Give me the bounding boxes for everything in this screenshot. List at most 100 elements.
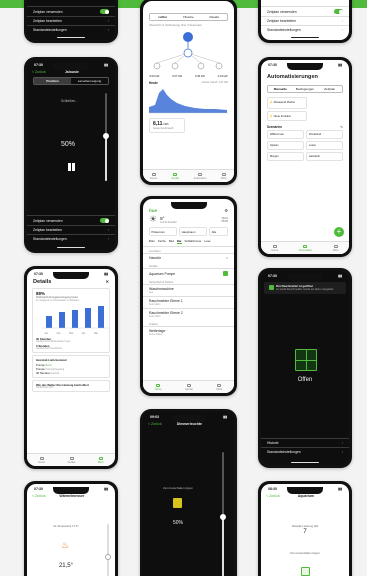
- settings-gear-icon[interactable]: ⚙: [224, 208, 228, 213]
- schedule-edit-row[interactable]: Zeitplan bearbeiten ›: [27, 16, 115, 25]
- tab-devices[interactable]: Geräte: [68, 456, 75, 464]
- slider-thumb[interactable]: [220, 514, 226, 520]
- tab-details[interactable]: Details: [201, 14, 227, 20]
- tab-manual[interactable]: Manuelle: [268, 86, 293, 92]
- automation-card[interactable]: ⚡ Abwesend Modus: [267, 97, 307, 109]
- plug-icon[interactable]: [301, 567, 310, 576]
- weather-text: Leicht bewölkt: [160, 220, 177, 224]
- back-button[interactable]: < Zurück: [32, 494, 46, 498]
- schedule-edit-row[interactable]: Zeitplan bearbeiten ›: [261, 16, 349, 25]
- schedule-toggle-row[interactable]: Zeitplan verwenden: [27, 215, 115, 225]
- phone-settings-light-top-right: Zeitplan verwenden Zeitplan bearbeiten › …: [258, 0, 352, 43]
- segmented-control[interactable]: Position Lamellenneigung: [33, 77, 109, 85]
- edit-icon[interactable]: ✎: [340, 125, 343, 129]
- energy-total-card[interactable]: 8,11 kWh Gesamtverbrauch: [149, 118, 185, 133]
- device-row[interactable]: Rauchmelder Ebene 1 Kein Alarm: [143, 296, 234, 308]
- phone-thermostat: 07:30 ▮▮ < Zurück Wärmelmesser Ist-Temper…: [24, 481, 118, 576]
- phone-window-contact: 07:30 ▮▮ Rox Rauchmelder ist geöffnet Im G…: [258, 268, 352, 468]
- tab-devices[interactable]: Geräte: [171, 172, 179, 180]
- bolt-icon: ⚡: [269, 114, 273, 118]
- tab-automation[interactable]: Automation: [299, 244, 312, 252]
- back-button[interactable]: < Zurück: [266, 494, 280, 498]
- tab-home[interactable]: Home: [271, 244, 278, 252]
- defaults-row[interactable]: Standardeinstellungen ›: [261, 447, 349, 456]
- tab-devices[interactable]: Geräte: [185, 383, 193, 391]
- tab-more[interactable]: Mehr: [221, 172, 227, 180]
- room-tab-active[interactable]: Bar: [176, 239, 182, 244]
- schedule-edit-row[interactable]: Zeitplan bearbeiten ›: [27, 225, 115, 234]
- tab-label: Geräte: [185, 387, 193, 391]
- bar-label: Mär: [69, 333, 74, 335]
- tab-conditions[interactable]: Bedingungen: [293, 86, 318, 92]
- tab-home[interactable]: Home: [150, 172, 157, 180]
- phone-notch: [53, 487, 89, 494]
- segmented-control[interactable]: Manuelle Bedingungen Zeitplan: [267, 85, 343, 93]
- tile-presence[interactable]: Präsenzen: [149, 227, 178, 236]
- device-status: Aus: [149, 291, 154, 294]
- tab-history[interactable]: Historie: [176, 14, 202, 20]
- segmented-control[interactable]: Lüfter Historie Details: [149, 13, 228, 21]
- position-slider[interactable]: [103, 93, 109, 181]
- tab-more[interactable]: Mehr: [333, 244, 339, 252]
- home-indicator: [291, 461, 319, 463]
- scene-tile[interactable]: Filmabend: [306, 130, 343, 139]
- tab-tilt[interactable]: Lamellenneigung: [71, 78, 108, 84]
- room-tab[interactable]: Lese: [204, 239, 210, 244]
- tab-home[interactable]: Home: [155, 383, 162, 391]
- grid-node-icon: [183, 32, 193, 42]
- phone-screen: hue ⚙ ☀ 8° Leicht bewölkt 18:12 08:06 Präs…: [143, 199, 234, 393]
- section-title: Szenarien: [267, 125, 283, 129]
- temperature-slider[interactable]: [105, 524, 111, 576]
- room-tab[interactable]: Küche: [158, 239, 166, 244]
- defaults-row[interactable]: Standardeinstellungen ›: [261, 25, 349, 34]
- scene-tile[interactable]: Heimkehr: [306, 152, 343, 161]
- scene-tile[interactable]: Willkommen: [267, 130, 304, 139]
- tab-fan[interactable]: Lüfter: [150, 14, 176, 20]
- room-tab[interactable]: Schlafzimmer: [185, 239, 202, 244]
- phone-screen: Lüfter Historie Details Übersicht (1 Ver…: [143, 1, 234, 182]
- brightness-slider[interactable]: [220, 452, 226, 576]
- defaults-row[interactable]: Standardeinstellungen ›: [27, 234, 115, 243]
- tab-more[interactable]: Mehr: [98, 456, 104, 464]
- toggle-switch[interactable]: [100, 9, 109, 14]
- push-notification[interactable]: Rox Rauchmelder ist geöffnet Im Gerät Rau…: [264, 282, 346, 294]
- home-icon: [151, 172, 156, 176]
- scene-tile[interactable]: Lesen: [306, 141, 343, 150]
- scene-tile[interactable]: Morgen: [267, 152, 304, 161]
- tile-all[interactable]: Alle: [209, 227, 228, 236]
- row-label: Standardeinstellungen: [33, 28, 67, 32]
- schedule-toggle-row[interactable]: Zeitplan verwenden: [261, 6, 349, 16]
- slider-thumb[interactable]: [103, 133, 109, 139]
- add-automation-button[interactable]: +: [334, 227, 344, 237]
- device-row[interactable]: Wetterlage Keine Daten: [143, 326, 234, 338]
- close-icon[interactable]: ✕: [106, 279, 109, 285]
- slider-thumb[interactable]: [105, 554, 111, 560]
- room-tab[interactable]: Büro: [149, 239, 155, 244]
- history-row[interactable]: Historie ›: [261, 438, 349, 447]
- device-row[interactable]: Rauchmelder Ebene 2 Kein Alarm: [143, 308, 234, 320]
- defaults-row[interactable]: Standardeinstellungen ›: [27, 25, 115, 34]
- tab-schedule[interactable]: Zeitplan: [317, 86, 342, 92]
- device-row[interactable]: Aquarium Pumpe: [143, 268, 234, 278]
- lamp-icon[interactable]: [173, 498, 182, 508]
- automation-card[interactable]: ⚡ Neue Funktion: [267, 111, 307, 121]
- toggle-switch[interactable]: [100, 218, 109, 223]
- help-card[interactable]: Wie das Weller Rox Heizung kontrolliert …: [32, 380, 110, 392]
- back-button[interactable]: < Zurück: [32, 70, 46, 74]
- phone-aquarium-plug: 08:30 ▮▮ < Zurück Aquarium Aktuelle Leist…: [258, 481, 352, 576]
- toggle-switch[interactable]: [334, 9, 343, 14]
- schedule-toggle-row[interactable]: Zeitplan verwenden: [27, 6, 115, 16]
- tab-more[interactable]: Mehr: [216, 383, 222, 391]
- tile-main-room[interactable]: Hauptraum: [179, 227, 208, 236]
- tab-position[interactable]: Position: [34, 78, 71, 84]
- device-row[interactable]: Waschmaschine Aus: [143, 284, 234, 296]
- tab-home[interactable]: Home: [38, 456, 45, 464]
- tab-automation[interactable]: Automation: [194, 172, 207, 180]
- power-icon[interactable]: [223, 271, 228, 276]
- pause-button[interactable]: [68, 163, 75, 171]
- scene-tile[interactable]: Spielen: [267, 141, 304, 150]
- room-tab[interactable]: Bad: [169, 239, 174, 244]
- device-row[interactable]: Haustür ○: [143, 253, 234, 262]
- home-indicator: [291, 36, 319, 38]
- back-button[interactable]: < Zurück: [148, 422, 162, 426]
